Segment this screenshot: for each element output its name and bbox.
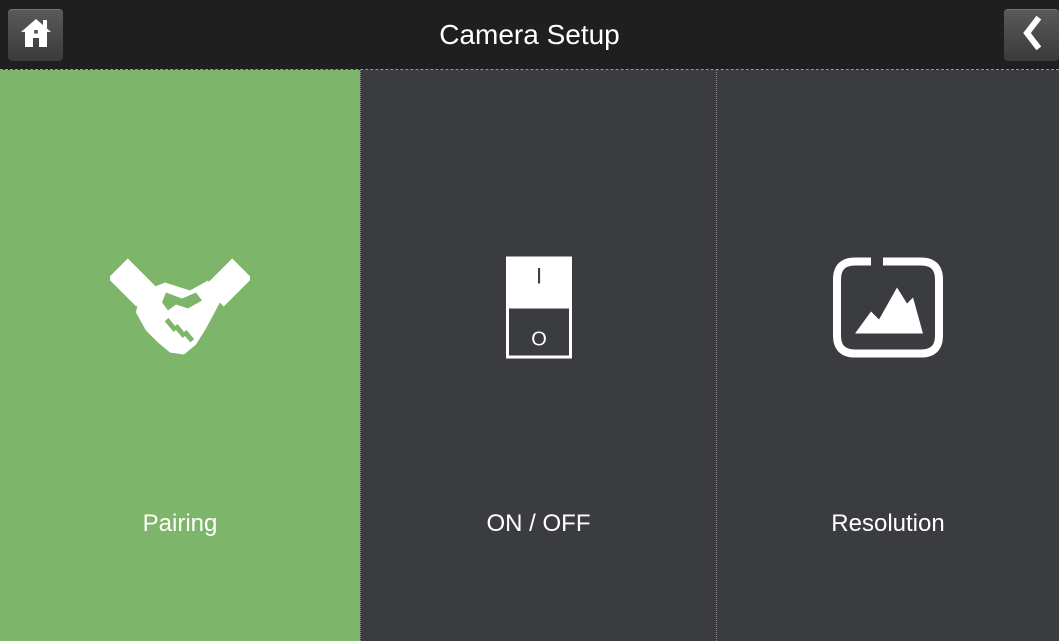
- tile-on-off[interactable]: I O ON / OFF: [360, 70, 716, 641]
- handshake-icon: [107, 253, 253, 368]
- camera-setup-screen: Camera Setup Pairing I O ON / OFF Resolu…: [0, 0, 1059, 641]
- switch-on-mark: I: [535, 264, 541, 289]
- tile-resolution[interactable]: Resolution: [716, 70, 1059, 641]
- page-title: Camera Setup: [439, 19, 620, 50]
- back-button[interactable]: [1004, 9, 1059, 61]
- chevron-left-icon: [1020, 15, 1044, 55]
- tile-resolution-label: Resolution: [831, 510, 945, 537]
- setup-options: Pairing I O ON / OFF Resolution: [0, 70, 1059, 641]
- top-bar: Camera Setup: [0, 0, 1059, 70]
- switch-off-mark: O: [531, 329, 547, 351]
- tile-pairing-label: Pairing: [142, 510, 218, 537]
- image-landscape-icon: [831, 256, 945, 365]
- tile-pairing[interactable]: Pairing: [0, 70, 360, 641]
- tile-on-off-label: ON / OFF: [486, 510, 591, 537]
- power-switch-icon: I O: [503, 254, 575, 367]
